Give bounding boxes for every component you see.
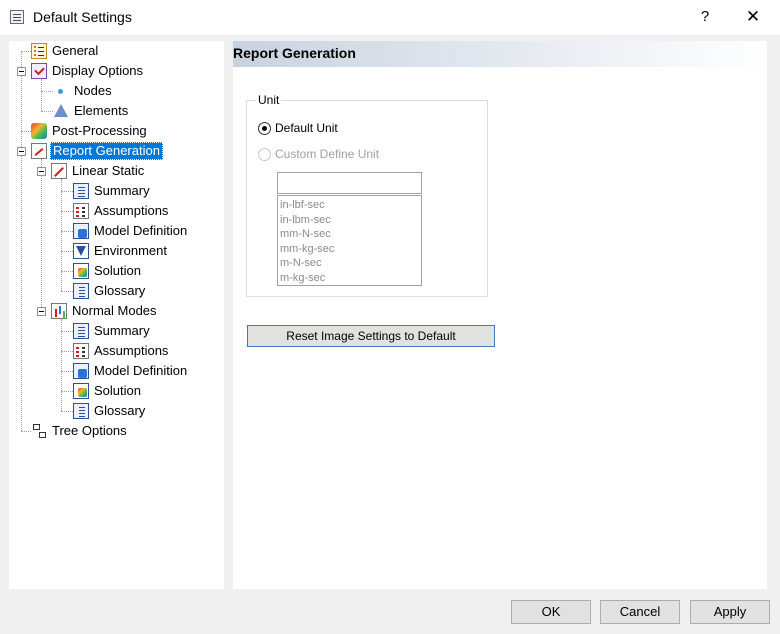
tree-item-elements[interactable]: Elements	[53, 102, 130, 120]
close-button[interactable]: ✕	[738, 4, 768, 30]
tree-item-ls-model-definition[interactable]: Model Definition	[73, 222, 189, 240]
unit-option[interactable]: m-kg-sec	[278, 271, 421, 286]
nodes-icon	[53, 83, 69, 99]
radio-selected-icon	[258, 121, 271, 135]
tree-item-label: Linear Static	[72, 163, 145, 178]
solution-icon	[73, 263, 89, 279]
title-bar: Default Settings ? ✕	[0, 0, 780, 35]
radio-unselected-icon	[258, 147, 271, 161]
tree-item-ls-summary[interactable]: Summary	[73, 182, 152, 200]
linear-static-icon	[51, 163, 67, 179]
tree-item-nodes[interactable]: Nodes	[53, 82, 114, 100]
tree-item-label: Display Options	[52, 63, 144, 78]
summary-icon	[73, 323, 89, 339]
tree-options-icon	[31, 423, 47, 439]
tree-item-ls-solution[interactable]: Solution	[73, 262, 143, 280]
ok-button[interactable]: OK	[511, 600, 591, 624]
custom-unit-input[interactable]	[277, 172, 422, 194]
tree-item-label: Post-Processing	[52, 123, 147, 138]
unit-option[interactable]: in-lbf-sec	[278, 198, 421, 213]
normal-modes-expander[interactable]	[37, 307, 46, 316]
unit-group-title: Unit	[256, 93, 282, 107]
tree-item-nm-model-definition[interactable]: Model Definition	[73, 362, 189, 380]
model-definition-icon	[73, 223, 89, 239]
tree-item-ls-assumptions[interactable]: Assumptions	[73, 202, 170, 220]
tree-item-label: Summary	[94, 183, 150, 198]
tree-item-general[interactable]: General	[31, 42, 100, 60]
linear-static-expander[interactable]	[37, 167, 46, 176]
tree-item-label: Tree Options	[52, 423, 127, 438]
solution-icon	[73, 383, 89, 399]
display-options-icon	[31, 63, 47, 79]
apply-button[interactable]: Apply	[690, 600, 770, 624]
cancel-button[interactable]: Cancel	[600, 600, 680, 624]
tree-item-normal-modes[interactable]: Normal Modes	[51, 302, 159, 320]
settings-tree[interactable]: General Display Options Nodes Elements P…	[9, 41, 224, 589]
default-unit-label: Default Unit	[275, 121, 338, 135]
tree-item-label: Solution	[94, 263, 141, 278]
tree-item-label: Environment	[94, 243, 167, 258]
tree-item-nm-summary[interactable]: Summary	[73, 322, 152, 340]
settings-panel: Report Generation Unit Default Unit Cust…	[233, 41, 767, 589]
post-processing-icon	[31, 123, 47, 139]
display-options-expander[interactable]	[17, 67, 26, 76]
tree-item-tree-options[interactable]: Tree Options	[31, 422, 129, 440]
report-generation-icon	[31, 143, 47, 159]
assumptions-icon	[73, 343, 89, 359]
reset-image-settings-button[interactable]: Reset Image Settings to Default	[247, 325, 495, 347]
window-title: Default Settings	[33, 9, 132, 25]
tree-item-label: Model Definition	[94, 363, 188, 378]
tree-item-label: Glossary	[94, 283, 146, 298]
tree-item-label: Solution	[94, 383, 141, 398]
unit-listbox[interactable]: in-lbf-sec in-lbm-sec mm-N-sec mm-kg-sec…	[277, 195, 422, 286]
normal-modes-icon	[51, 303, 67, 319]
summary-icon	[73, 183, 89, 199]
tree-item-label: Summary	[94, 323, 150, 338]
panel-header: Report Generation	[233, 41, 767, 67]
glossary-icon	[73, 283, 89, 299]
unit-option[interactable]: m-N-sec	[278, 256, 421, 271]
tree-item-report-generation[interactable]: Report Generation	[31, 142, 163, 160]
report-generation-expander[interactable]	[17, 147, 26, 156]
tree-item-display-options[interactable]: Display Options	[31, 62, 145, 80]
environment-icon	[73, 243, 89, 259]
unit-group: Unit Default Unit Custom Define Unit in-…	[246, 93, 488, 297]
glossary-icon	[73, 403, 89, 419]
help-button[interactable]: ?	[690, 4, 720, 30]
tree-item-label: General	[52, 43, 99, 58]
settings-app-icon	[10, 10, 24, 24]
panel-title: Report Generation	[233, 45, 356, 61]
unit-option[interactable]: in-lbm-sec	[278, 213, 421, 228]
assumptions-icon	[73, 203, 89, 219]
tree-item-label: Model Definition	[94, 223, 188, 238]
tree-item-nm-glossary[interactable]: Glossary	[73, 402, 147, 420]
tree-item-label: Report Generation	[50, 142, 163, 160]
tree-item-post-processing[interactable]: Post-Processing	[31, 122, 149, 140]
tree-item-label: Assumptions	[94, 203, 169, 218]
elements-icon	[53, 103, 69, 119]
unit-option[interactable]: mm-kg-sec	[278, 242, 421, 257]
tree-item-label: Elements	[74, 103, 129, 118]
tree-item-nm-solution[interactable]: Solution	[73, 382, 143, 400]
tree-item-label: Nodes	[74, 83, 112, 98]
default-unit-radio[interactable]: Default Unit	[258, 121, 338, 135]
unit-option[interactable]: mm-N-sec	[278, 227, 421, 242]
tree-item-label: Normal Modes	[72, 303, 157, 318]
tree-item-label: Glossary	[94, 403, 146, 418]
tree-item-nm-assumptions[interactable]: Assumptions	[73, 342, 170, 360]
model-definition-icon	[73, 363, 89, 379]
tree-item-linear-static[interactable]: Linear Static	[51, 162, 146, 180]
tree-item-ls-environment[interactable]: Environment	[73, 242, 169, 260]
tree-item-ls-glossary[interactable]: Glossary	[73, 282, 147, 300]
custom-unit-label: Custom Define Unit	[275, 147, 380, 161]
custom-unit-radio[interactable]: Custom Define Unit	[258, 147, 379, 161]
general-icon	[31, 43, 47, 59]
tree-item-label: Assumptions	[94, 343, 169, 358]
